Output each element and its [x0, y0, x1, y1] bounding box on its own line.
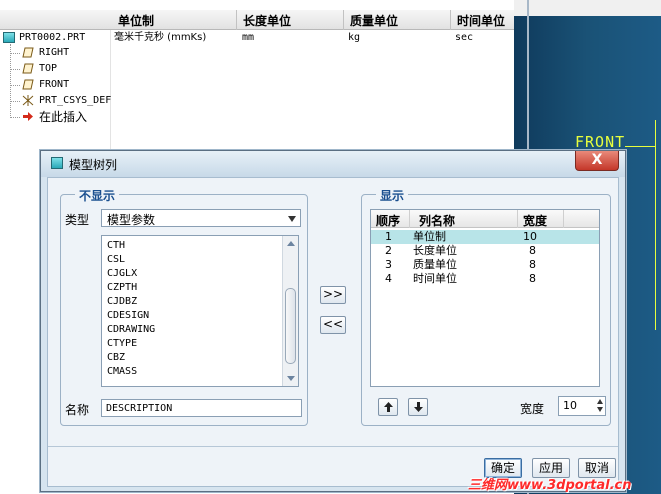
width-spinner-value: 10 — [563, 399, 577, 412]
row-width: 8 — [529, 244, 536, 257]
table-header-width[interactable]: 宽度 — [523, 212, 547, 229]
row-width: 8 — [529, 258, 536, 271]
dialog-title: 模型树列 — [69, 158, 118, 172]
row-width: 8 — [529, 272, 536, 285]
datum-plane-icon — [22, 47, 34, 58]
tree-item-label: 在此插入 — [39, 110, 88, 124]
table-header-order[interactable]: 顺序 — [376, 212, 400, 229]
front-plane-edge-vertical — [655, 120, 656, 330]
row-column-name: 时间单位 — [413, 272, 457, 285]
list-scrollbar[interactable] — [282, 236, 298, 386]
tree-cell-mass-unit: kg — [348, 32, 361, 43]
hidden-columns-group: 不显示 类型 模型参数 CTH CSL CJGLX CZPTH CJDBZ CD… — [60, 187, 308, 426]
type-label: 类型 — [65, 213, 90, 227]
tree-item-label: TOP — [39, 63, 58, 74]
list-item[interactable]: CJDBZ — [107, 296, 137, 307]
part-icon — [3, 32, 15, 43]
tree-root-row[interactable]: PRT0002.PRT 毫米千克秒 (mmKs) mm kg sec — [0, 30, 514, 46]
shown-columns-group: 显示 顺序 列名称 宽度 1 单位制 10 2 长度单位 8 3 质量单位 8 … — [361, 187, 611, 426]
insert-here-arrow-icon — [23, 112, 33, 121]
width-label: 宽度 — [520, 402, 545, 416]
coordinate-system-icon — [22, 95, 34, 106]
scroll-down-icon[interactable] — [287, 376, 295, 381]
close-button[interactable]: X — [575, 151, 619, 171]
table-row[interactable]: 4 时间单位 8 — [371, 272, 599, 286]
table-row[interactable]: 1 单位制 10 — [371, 230, 599, 244]
tree-item-label: FRONT — [39, 79, 70, 90]
tree-cell-length-unit: mm — [242, 32, 255, 43]
model-tree-columns-dialog: 模型树列 X 不显示 类型 模型参数 CTH CSL CJGLX CZPTH C… — [40, 150, 626, 492]
tree-root-label: PRT0002.PRT — [19, 32, 86, 43]
move-right-button[interactable]: >> — [320, 286, 346, 304]
dialog-body: 不显示 类型 模型参数 CTH CSL CJGLX CZPTH CJDBZ CD… — [47, 177, 619, 487]
spin-up-icon[interactable] — [597, 399, 603, 404]
type-select[interactable]: 模型参数 — [101, 209, 301, 227]
shown-columns-table[interactable]: 顺序 列名称 宽度 1 单位制 10 2 长度单位 8 3 质量单位 8 4 时… — [370, 209, 600, 387]
table-row[interactable]: 2 长度单位 8 — [371, 244, 599, 258]
column-header-time-unit[interactable]: 时间单位 — [457, 12, 505, 29]
row-order: 3 — [385, 258, 392, 271]
name-input[interactable] — [101, 399, 302, 417]
row-column-name: 单位制 — [413, 230, 446, 243]
hidden-group-title: 不显示 — [75, 187, 120, 204]
list-item[interactable]: CJGLX — [107, 268, 137, 279]
row-width: 10 — [523, 230, 537, 243]
datum-plane-icon — [22, 79, 34, 90]
list-item[interactable]: CDESIGN — [107, 310, 149, 321]
list-item[interactable]: CZPTH — [107, 282, 137, 293]
type-select-value: 模型参数 — [107, 213, 156, 227]
width-spinner[interactable]: 10 — [558, 396, 606, 416]
arrow-down-icon — [414, 402, 423, 412]
column-header-unit-system[interactable]: 单位制 — [118, 12, 154, 29]
list-item[interactable]: CTYPE — [107, 338, 137, 349]
front-plane-label: FRONT — [575, 133, 626, 151]
footer-divider — [48, 446, 618, 447]
front-plane-edge — [625, 146, 655, 147]
tree-item-label: RIGHT — [39, 47, 70, 58]
row-order: 1 — [385, 230, 392, 243]
row-column-name: 长度单位 — [413, 244, 457, 257]
move-down-button[interactable] — [408, 398, 428, 416]
spin-down-icon[interactable] — [597, 407, 603, 412]
table-header: 顺序 列名称 宽度 — [371, 210, 599, 228]
row-order: 2 — [385, 244, 392, 257]
list-item[interactable]: CSL — [107, 254, 125, 265]
tree-item-label: PRT_CSYS_DEF — [39, 95, 112, 106]
list-item[interactable]: CMASS — [107, 366, 137, 377]
chevron-down-icon — [288, 216, 296, 222]
shown-group-title: 显示 — [376, 187, 409, 204]
table-header-column-name[interactable]: 列名称 — [419, 212, 455, 229]
tree-cell-unit-system: 毫米千克秒 (mmKs) — [114, 32, 207, 43]
viewport-top-band — [514, 0, 661, 16]
row-column-name: 质量单位 — [413, 258, 457, 271]
scroll-thumb[interactable] — [285, 288, 296, 364]
list-item[interactable]: CBZ — [107, 352, 125, 363]
watermark: 三维网www.3dportal.cn — [468, 478, 632, 493]
dialog-app-icon — [51, 157, 63, 169]
move-up-button[interactable] — [378, 398, 398, 416]
column-header-length-unit[interactable]: 长度单位 — [243, 12, 291, 29]
column-header-mass-unit[interactable]: 质量单位 — [350, 12, 398, 29]
move-left-button[interactable]: << — [320, 316, 346, 334]
dialog-titlebar[interactable]: 模型树列 X — [41, 151, 625, 177]
scroll-up-icon[interactable] — [287, 241, 295, 246]
datum-plane-icon — [22, 63, 34, 74]
table-row[interactable]: 3 质量单位 8 — [371, 258, 599, 272]
tree-column-header: 单位制 长度单位 质量单位 时间单位 — [0, 10, 514, 30]
arrow-up-icon — [384, 402, 393, 412]
tree-cell-time-unit: sec — [455, 32, 474, 43]
hidden-columns-list[interactable]: CTH CSL CJGLX CZPTH CJDBZ CDESIGN CDRAWI… — [101, 235, 299, 387]
list-item[interactable]: CTH — [107, 240, 125, 251]
name-label: 名称 — [65, 403, 90, 417]
list-item[interactable]: CDRAWING — [107, 324, 155, 335]
row-order: 4 — [385, 272, 392, 285]
